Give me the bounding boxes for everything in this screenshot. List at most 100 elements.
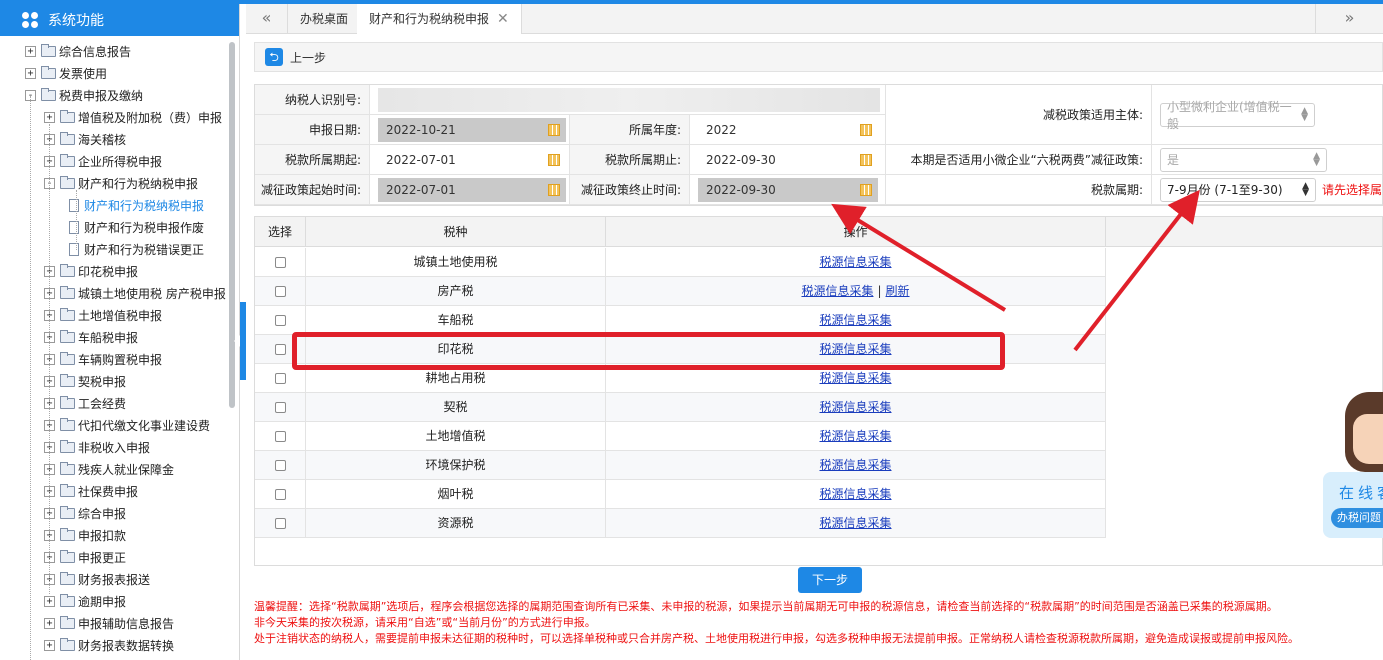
row-checkbox[interactable] bbox=[274, 460, 286, 471]
sidebar-item[interactable]: + 逾期申报 bbox=[44, 590, 126, 612]
row-checkbox[interactable] bbox=[274, 315, 286, 326]
expand-icon[interactable]: + bbox=[44, 111, 55, 123]
sidebar-scrollbar[interactable] bbox=[229, 42, 235, 408]
tax-type-cell: 土地增值税 bbox=[306, 422, 606, 451]
tax-period-select[interactable]: 7-9月份 (7-1至9-30) ▲ ▼ bbox=[1160, 177, 1316, 202]
notice-line-3: 处于注销状态的纳税人，需要提前申报未达征期的税种时，可以选择单税种或只合并房产税… bbox=[254, 632, 1299, 645]
expand-icon[interactable]: + bbox=[25, 67, 36, 79]
select-cell bbox=[255, 509, 306, 538]
tax-source-collect-link[interactable]: 税源信息采集 bbox=[819, 371, 891, 385]
online-service-widget[interactable]: 在线客 办税问题 bbox=[1323, 392, 1383, 540]
service-subtitle[interactable]: 办税问题 bbox=[1331, 508, 1383, 528]
expand-icon[interactable]: + bbox=[44, 639, 55, 651]
sidebar-item[interactable]: + 申报更正 bbox=[44, 546, 126, 568]
sidebar-item[interactable]: + 申报扣款 bbox=[44, 524, 126, 546]
tax-source-collect-link[interactable]: 税源信息采集 bbox=[819, 487, 891, 501]
tax-source-collect-link[interactable]: 税源信息采集 bbox=[819, 313, 891, 327]
sidebar-item[interactable]: + 车辆购置税申报 bbox=[44, 348, 162, 370]
folder-icon bbox=[60, 131, 75, 145]
sidebar-item[interactable]: + 综合信息报告 bbox=[25, 40, 131, 62]
row-checkbox[interactable] bbox=[274, 286, 286, 297]
row-checkbox[interactable] bbox=[274, 373, 286, 384]
tab-scroll-right-button[interactable]: » bbox=[1315, 4, 1383, 34]
sidebar-item[interactable]: + 申报辅助信息报告 bbox=[44, 612, 174, 634]
tab-desktop[interactable]: 办税桌面 bbox=[288, 4, 362, 34]
row-checkbox[interactable] bbox=[274, 402, 286, 413]
sidebar-item[interactable]: + 发票使用 bbox=[25, 62, 107, 84]
next-step-button[interactable]: 下一步 bbox=[798, 567, 862, 593]
sidebar-item[interactable]: + 契税申报 bbox=[44, 370, 126, 392]
sidebar-item-label: 申报扣款 bbox=[78, 528, 127, 543]
back-arrow-icon[interactable]: ⮌ bbox=[265, 48, 283, 66]
sidebar-item[interactable]: 财产和行为税错误更正 bbox=[69, 238, 204, 260]
tax-source-collect-link[interactable]: 税源信息采集 bbox=[819, 255, 891, 269]
tab-bar: « 办税桌面 财产和行为税纳税申报 ✕ » bbox=[246, 4, 1383, 34]
tab-property-behavior-tax[interactable]: 财产和行为税纳税申报 ✕ bbox=[357, 4, 522, 34]
row-checkbox[interactable] bbox=[274, 518, 286, 529]
tax-period-label: 税款属期: bbox=[886, 175, 1152, 205]
relief-start-cell: 2022-07-01 bbox=[370, 175, 570, 205]
calendar-icon[interactable] bbox=[548, 123, 560, 136]
close-icon[interactable]: ✕ bbox=[497, 11, 509, 27]
sidebar-item[interactable]: + 财务报表数据转换 bbox=[44, 634, 174, 656]
sidebar-item[interactable]: + 工会经费 bbox=[44, 392, 126, 414]
sidebar-item[interactable]: - 财产和行为税纳税申报 bbox=[44, 172, 198, 194]
sidebar-item[interactable]: + 财务报表报送 bbox=[44, 568, 150, 590]
tax-source-collect-link[interactable]: 税源信息采集 bbox=[801, 284, 873, 298]
sidebar-item[interactable]: 财产和行为税申报作废 bbox=[69, 216, 204, 238]
sidebar-item[interactable]: + 车船税申报 bbox=[44, 326, 138, 348]
declare-date-field[interactable]: 2022-10-21 bbox=[378, 117, 566, 142]
sidebar-item[interactable]: + 增值税及附加税（费）申报 bbox=[44, 106, 222, 128]
sidebar-item[interactable]: + 印花税申报 bbox=[44, 260, 138, 282]
sidebar-item[interactable]: + 企业所得税申报 bbox=[44, 150, 162, 172]
select-cell bbox=[255, 451, 306, 480]
document-icon bbox=[69, 198, 79, 212]
row-checkbox[interactable] bbox=[274, 431, 286, 442]
tax-source-collect-link[interactable]: 税源信息采集 bbox=[819, 516, 891, 530]
calendar-icon[interactable] bbox=[548, 153, 560, 166]
year-label: 所属年度: bbox=[570, 115, 690, 145]
calendar-icon[interactable] bbox=[548, 183, 560, 196]
period-end-field[interactable]: 2022-09-30 bbox=[698, 147, 878, 172]
sidebar-item[interactable]: + 海关稽核 bbox=[44, 128, 126, 150]
sidebar-item[interactable]: + 代扣代缴文化事业建设费 bbox=[44, 414, 210, 436]
tax-source-collect-link[interactable]: 税源信息采集 bbox=[819, 458, 891, 472]
row-checkbox[interactable] bbox=[274, 257, 286, 268]
sidebar-item[interactable]: + 城镇土地使用税 房产税申报 bbox=[44, 282, 226, 304]
sidebar-item[interactable]: 财产和行为税纳税申报 bbox=[69, 194, 204, 216]
relief-start-field[interactable]: 2022-07-01 bbox=[378, 177, 566, 202]
tab-scroll-left-button[interactable]: « bbox=[246, 4, 288, 34]
refresh-link[interactable]: 刷新 bbox=[886, 284, 910, 298]
relief-end-field[interactable]: 2022-09-30 bbox=[698, 177, 878, 202]
sidebar-item[interactable]: + 综合申报 bbox=[44, 502, 126, 524]
sidebar-item[interactable]: + 非税收入申报 bbox=[44, 436, 150, 458]
sidebar-collapse-handle[interactable] bbox=[234, 302, 246, 380]
year-field[interactable]: 2022 bbox=[698, 117, 878, 142]
period-start-field[interactable]: 2022-07-01 bbox=[378, 147, 566, 172]
tax-source-collect-link[interactable]: 税源信息采集 bbox=[819, 429, 891, 443]
sidebar-item[interactable]: - 税费申报及缴纳 bbox=[25, 84, 143, 106]
tax-type-cell: 房产税 bbox=[306, 277, 606, 306]
sidebar-item[interactable]: + 土地增值税申报 bbox=[44, 304, 162, 326]
calendar-icon[interactable] bbox=[860, 153, 872, 166]
sidebar-item[interactable]: +税费缴纳 bbox=[44, 656, 126, 660]
six-taxes-select[interactable]: 是 ▲ ▼ bbox=[1160, 147, 1327, 172]
expand-icon[interactable]: + bbox=[25, 45, 36, 57]
policy-subject-select[interactable]: 小型微利企业(增值税一般 ▲ ▼ bbox=[1160, 100, 1315, 131]
folder-icon bbox=[41, 43, 56, 57]
folder-icon bbox=[60, 351, 75, 365]
tax-type-cell: 环境保护税 bbox=[306, 451, 606, 480]
calendar-icon[interactable] bbox=[860, 123, 872, 136]
sidebar-item[interactable]: + 社保费申报 bbox=[44, 480, 138, 502]
tax-source-collect-link[interactable]: 税源信息采集 bbox=[819, 400, 891, 414]
back-button[interactable]: 上一步 bbox=[290, 49, 326, 66]
sidebar-item[interactable]: + 残疾人就业保障金 bbox=[44, 458, 174, 480]
calendar-icon[interactable] bbox=[860, 183, 872, 196]
row-checkbox[interactable] bbox=[274, 344, 286, 355]
tax-period-warning: 请先选择属 bbox=[1321, 183, 1382, 197]
expand-icon[interactable]: + bbox=[44, 617, 55, 629]
sidebar-item-label: 契税申报 bbox=[78, 374, 127, 389]
tax-period-cell: 7-9月份 (7-1至9-30) ▲ ▼ 请先选择属 bbox=[1152, 175, 1382, 205]
expand-icon[interactable]: + bbox=[44, 595, 55, 607]
row-checkbox[interactable] bbox=[274, 489, 286, 500]
